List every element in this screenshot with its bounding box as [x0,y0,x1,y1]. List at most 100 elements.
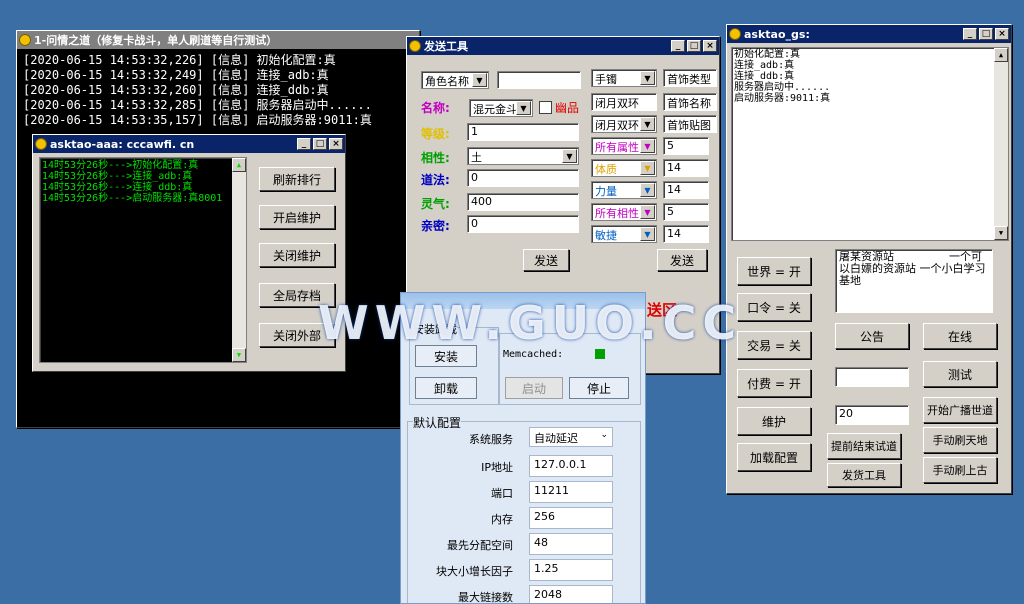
qi-input[interactable]: 400 [467,193,579,211]
paid-toggle-button[interactable]: 付费 = 开 [737,369,811,397]
jewelry-name-select[interactable]: 闭月双环 [591,93,657,111]
aaa-log: 14时53分26秒--->初始化配置:真 14时53分26秒--->连接_adb… [39,157,247,363]
close-icon[interactable]: × [995,28,1009,40]
stop-button[interactable]: 停止 [569,377,629,399]
ip-input[interactable]: 127.0.0.1 [529,455,613,477]
send-button-left[interactable]: 发送 [523,249,569,271]
start-button[interactable]: 启动 [505,377,563,399]
name-label: 名称: [421,101,450,115]
send-button-right[interactable]: 发送 [657,249,707,271]
stat-value-input[interactable]: 14 [663,159,709,177]
port-input[interactable]: 11211 [529,481,613,503]
scroll-down-icon[interactable]: ▼ [994,226,1008,240]
trade-toggle-button[interactable]: 交易 = 关 [737,331,811,359]
send-tool-button[interactable]: 发货工具 [827,463,901,487]
app-icon [35,138,47,150]
stat-select[interactable]: 敏捷 ▼ [591,225,657,243]
stat-value-input[interactable]: 14 [663,225,709,243]
attr-value: 土 [471,151,482,164]
port-label: 端口 [491,487,513,500]
stat-select[interactable]: 所有属性 ▼ [591,137,657,155]
maximize-icon[interactable]: □ [687,40,701,52]
gs-window: asktao_gs: _ □ × 初始化配置:真 连接_adb:真 连接_ddb… [726,24,1012,494]
stat-select[interactable]: 体质 ▼ [591,159,657,177]
dao-input[interactable]: 0 [467,169,579,187]
initial-space-input[interactable]: 48 [529,533,613,555]
log-line: 14时53分26秒--->连接_adb:真 [42,171,193,182]
notice-button[interactable]: 公告 [835,323,909,349]
test-button[interactable]: 测试 [923,361,997,387]
chevron-down-icon: ▼ [472,73,487,87]
close-icon[interactable]: × [703,40,717,52]
level-input[interactable]: 1 [467,123,579,141]
announcement-textarea[interactable]: 屠某资源站 一个可以白嫖的资源站 一个小白学习基地 [835,249,993,313]
unique-checkbox[interactable] [539,101,552,114]
stat-select[interactable]: 力量 ▼ [591,181,657,199]
aaa-title: asktao-aaa: cccawfi. cn [50,137,195,151]
console-line: [2020-06-15 14:53:35,157] [信息] 启动服务器:901… [23,113,372,127]
disable-maintenance-button[interactable]: 关闭维护 [259,243,335,267]
app-icon [409,40,421,52]
console-titlebar[interactable]: 1-问情之道（修复卡战斗，单人刷道等自行测试） [17,31,419,49]
jewelry-image-select[interactable]: 闭月双环 ▼ [591,115,657,133]
notice-input[interactable] [835,367,909,387]
send-tool-titlebar[interactable]: 发送工具 _ □ × [407,37,719,55]
app-icon [729,28,741,40]
jewelry-image-field[interactable]: 首饰贴图 [663,115,717,133]
broadcast-button[interactable]: 开始广播世道 [923,397,997,423]
refresh-tiandi-button[interactable]: 手动刷天地 [923,427,997,453]
stat-select[interactable]: 所有相性 ▼ [591,203,657,221]
world-toggle-button[interactable]: 世界 = 开 [737,257,811,285]
minimize-icon[interactable]: _ [963,28,977,40]
memcached-status-label: Memcached: [503,349,564,360]
growth-factor-input[interactable]: 1.25 [529,559,613,581]
uninstall-button[interactable]: 卸载 [415,377,477,399]
service-select[interactable]: 自动延迟 ⌄ [529,427,613,447]
close-input[interactable]: 0 [467,215,579,233]
maintenance-button[interactable]: 维护 [737,407,811,435]
console-title: 1-问情之道（修复卡战斗，单人刷道等自行测试） [34,34,278,47]
password-toggle-button[interactable]: 口令 = 关 [737,293,811,321]
jewelry-name-field[interactable]: 首饰名称 [663,93,717,111]
send-tool-title: 发送工具 [424,40,468,53]
gs-titlebar[interactable]: asktao_gs: _ □ × [727,25,1011,43]
close-icon[interactable]: × [329,138,343,150]
jewelry-type-field[interactable]: 首饰类型 [663,69,717,87]
stat-value-input[interactable]: 5 [663,203,709,221]
refresh-shanggu-button[interactable]: 手动刷上古 [923,457,997,483]
load-config-button[interactable]: 加载配置 [737,443,811,471]
role-select[interactable]: 角色名称 ▼ [421,71,489,89]
chevron-down-icon: ▼ [640,71,655,85]
chevron-down-icon: ▼ [640,227,655,241]
max-connections-label: 最大链接数 [458,591,513,604]
config-group-label: 默认配置 [413,414,462,431]
chevron-down-icon: ▼ [640,117,655,131]
stat-value-input[interactable]: 14 [663,181,709,199]
scrollbar[interactable]: ▲ ▼ [232,158,246,362]
attr-select[interactable]: 土 ▼ [467,147,579,165]
scroll-down-icon[interactable]: ▼ [232,348,246,362]
console-line: [2020-06-15 14:53:32,285] [信息] 服务器启动中...… [23,98,372,112]
minimize-icon[interactable]: _ [671,40,685,52]
stat-value-input[interactable]: 5 [663,137,709,155]
minimize-icon[interactable]: _ [297,138,311,150]
growth-factor-label: 块大小增长因子 [436,565,513,578]
aaa-titlebar[interactable]: asktao-aaa: cccawfi. cn _ □ × [33,135,345,153]
scrollbar[interactable]: ▲ ▼ [994,48,1008,240]
number-input[interactable]: 20 [835,405,909,425]
end-trial-button[interactable]: 提前结束试道 [827,433,901,459]
refresh-ranking-button[interactable]: 刷新排行 [259,167,335,191]
qi-label: 灵气: [421,197,450,211]
item-name-select[interactable]: 混元金斗 ▼ [469,99,533,117]
role-name-input[interactable] [497,71,581,89]
scroll-up-icon[interactable]: ▲ [232,158,246,172]
jewelry-type-select[interactable]: 手镯 ▼ [591,69,657,87]
maximize-icon[interactable]: □ [313,138,327,150]
max-connections-input[interactable]: 2048 [529,585,613,603]
memory-input[interactable]: 256 [529,507,613,529]
online-button[interactable]: 在线 [923,323,997,349]
scroll-up-icon[interactable]: ▲ [994,48,1008,62]
attr-label: 相性: [421,151,450,165]
maximize-icon[interactable]: □ [979,28,993,40]
enable-maintenance-button[interactable]: 开启维护 [259,205,335,229]
